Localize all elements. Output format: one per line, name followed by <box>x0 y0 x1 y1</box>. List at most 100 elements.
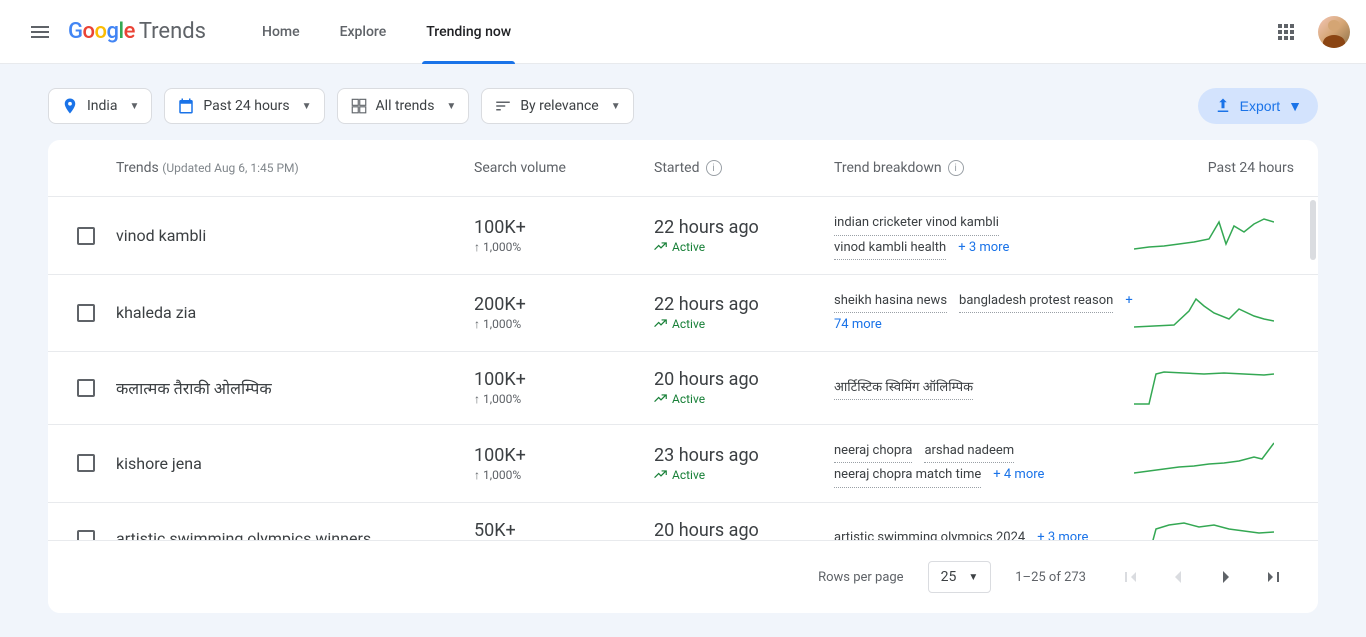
logo[interactable]: Google Trends <box>68 19 206 44</box>
header-right <box>1266 12 1350 52</box>
trend-breakdown: आर्टिस्टिक स्विमिंग ऑलिम्पिक <box>834 376 1134 400</box>
chevron-left-icon <box>1166 565 1190 589</box>
filter-controls: India ▼ Past 24 hours ▼ All trends ▼ By … <box>0 64 1366 140</box>
rows-per-page-select[interactable]: 25 ▼ <box>928 561 992 593</box>
row-checkbox[interactable] <box>77 530 95 540</box>
sparkline <box>1134 366 1274 406</box>
info-icon[interactable]: i <box>706 160 722 176</box>
row-checkbox[interactable] <box>77 379 95 397</box>
chevron-down-icon: ▼ <box>611 101 621 112</box>
location-pin-icon <box>61 97 79 115</box>
hamburger-icon <box>28 20 52 44</box>
row-checkbox[interactable] <box>77 304 95 322</box>
breakdown-tag[interactable]: artistic swimming olympics 2024 <box>834 526 1025 540</box>
volume-value: 200K+ <box>474 294 654 315</box>
started-value: 22 hours ago <box>654 294 834 315</box>
grid-icon <box>350 97 368 115</box>
scrollbar[interactable] <box>1310 200 1316 520</box>
pagination-footer: Rows per page 25 ▼ 1–25 of 273 <box>48 540 1318 613</box>
menu-button[interactable] <box>16 8 64 56</box>
breakdown-tag[interactable]: neeraj chopra match time <box>834 463 981 487</box>
category-value: All trends <box>376 98 435 114</box>
export-button[interactable]: Export ▼ <box>1198 88 1318 124</box>
breakdown-tag[interactable]: indian cricketer vinod kambli <box>834 211 999 235</box>
volume-value: 100K+ <box>474 445 654 466</box>
sparkline <box>1134 291 1274 331</box>
sparkline <box>1134 517 1274 540</box>
chevron-right-icon <box>1214 565 1238 589</box>
breakdown-tag[interactable]: आर्टिस्टिक स्विमिंग ऑलिम्पिक <box>834 376 973 400</box>
info-icon[interactable]: i <box>948 160 964 176</box>
breakdown-more-link[interactable]: + 3 more <box>958 240 1009 255</box>
started-value: 23 hours ago <box>654 445 834 466</box>
logo-product: Trends <box>139 19 206 44</box>
th-volume: Search volume <box>474 160 566 176</box>
last-page-button[interactable] <box>1254 557 1294 597</box>
chevron-down-icon: ▼ <box>302 101 312 112</box>
nav-home[interactable]: Home <box>246 0 316 64</box>
sparkline <box>1134 214 1274 254</box>
breakdown-tag[interactable]: vinod kambli health <box>834 236 946 260</box>
first-page-button[interactable] <box>1110 557 1150 597</box>
th-started: Started <box>654 160 700 176</box>
th-breakdown: Trend breakdown <box>834 160 942 176</box>
volume-value: 100K+ <box>474 217 654 238</box>
started-value: 22 hours ago <box>654 217 834 238</box>
table-row[interactable]: artistic swimming olympics winners 50K+1… <box>48 502 1318 540</box>
trending-up-icon <box>654 392 668 406</box>
trend-breakdown: artistic swimming olympics 2024 + 3 more <box>834 526 1134 540</box>
next-page-button[interactable] <box>1206 557 1246 597</box>
location-filter[interactable]: India ▼ <box>48 88 152 124</box>
volume-change: 1,000% <box>474 240 654 254</box>
row-checkbox[interactable] <box>77 454 95 472</box>
volume-value: 100K+ <box>474 369 654 390</box>
started-value: 20 hours ago <box>654 520 834 540</box>
account-avatar[interactable] <box>1318 16 1350 48</box>
last-page-icon <box>1262 565 1286 589</box>
volume-change: 1,000% <box>474 468 654 482</box>
trending-up-icon <box>654 317 668 331</box>
table-row[interactable]: khaleda zia 200K+ 1,000% 22 hours ago Acti… <box>48 274 1318 351</box>
started-value: 20 hours ago <box>654 369 834 390</box>
table-header: Trends (Updated Aug 6, 1:45 PM) Search v… <box>48 140 1318 196</box>
volume-change: 1,000% <box>474 317 654 331</box>
volume-change: 1,000% <box>474 392 654 406</box>
sparkline <box>1134 441 1274 481</box>
app-header: Google Trends Home Explore Trending now <box>0 0 1366 64</box>
trend-name: vinod kambli <box>116 226 474 245</box>
breakdown-tag[interactable]: sheikh hasina news <box>834 289 947 313</box>
chevron-down-icon: ▼ <box>446 101 456 112</box>
status-badge: Active <box>654 392 834 406</box>
rows-per-page-label: Rows per page <box>818 570 904 585</box>
table-row[interactable]: vinod kambli 100K+1,000% 22 hours agoAct… <box>48 196 1318 274</box>
th-past24: Past 24 hours <box>1208 160 1294 176</box>
location-value: India <box>87 98 117 114</box>
calendar-icon <box>177 97 195 115</box>
breakdown-tag[interactable]: arshad nadeem <box>924 439 1014 463</box>
export-label: Export <box>1240 98 1280 114</box>
breakdown-tag[interactable]: bangladesh protest reason <box>959 289 1113 313</box>
rows-value: 25 <box>941 569 957 585</box>
sort-filter[interactable]: By relevance ▼ <box>481 88 633 124</box>
category-filter[interactable]: All trends ▼ <box>337 88 470 124</box>
trend-name: कलात्मक तैराकी ओलम्पिक <box>116 377 474 399</box>
table-row[interactable]: kishore jena 100K+1,000% 23 hours agoAct… <box>48 424 1318 502</box>
breakdown-more-link[interactable]: + 4 more <box>993 467 1044 482</box>
row-checkbox[interactable] <box>77 227 95 245</box>
table-row[interactable]: कलात्मक तैराकी ओलम्पिक 100K+ 1,000% 20 ho… <box>48 351 1318 424</box>
timeframe-filter[interactable]: Past 24 hours ▼ <box>164 88 324 124</box>
trend-breakdown: sheikh hasina news bangladesh protest rea… <box>834 289 1134 337</box>
apps-button[interactable] <box>1266 12 1306 52</box>
prev-page-button[interactable] <box>1158 557 1198 597</box>
trend-name: artistic swimming olympics winners <box>116 529 474 540</box>
chevron-down-icon: ▼ <box>1288 98 1302 114</box>
nav-explore[interactable]: Explore <box>324 0 403 64</box>
breakdown-more-link[interactable]: + 3 more <box>1037 530 1088 540</box>
status-badge: Active <box>654 317 834 331</box>
trend-name: khaleda zia <box>116 303 474 322</box>
nav-trending-now[interactable]: Trending now <box>410 0 527 64</box>
breakdown-tag[interactable]: neeraj chopra <box>834 439 912 463</box>
chevron-down-icon: ▼ <box>129 101 139 112</box>
th-updated: (Updated Aug 6, 1:45 PM) <box>162 161 298 175</box>
trends-table: Trends (Updated Aug 6, 1:45 PM) Search v… <box>48 140 1318 613</box>
